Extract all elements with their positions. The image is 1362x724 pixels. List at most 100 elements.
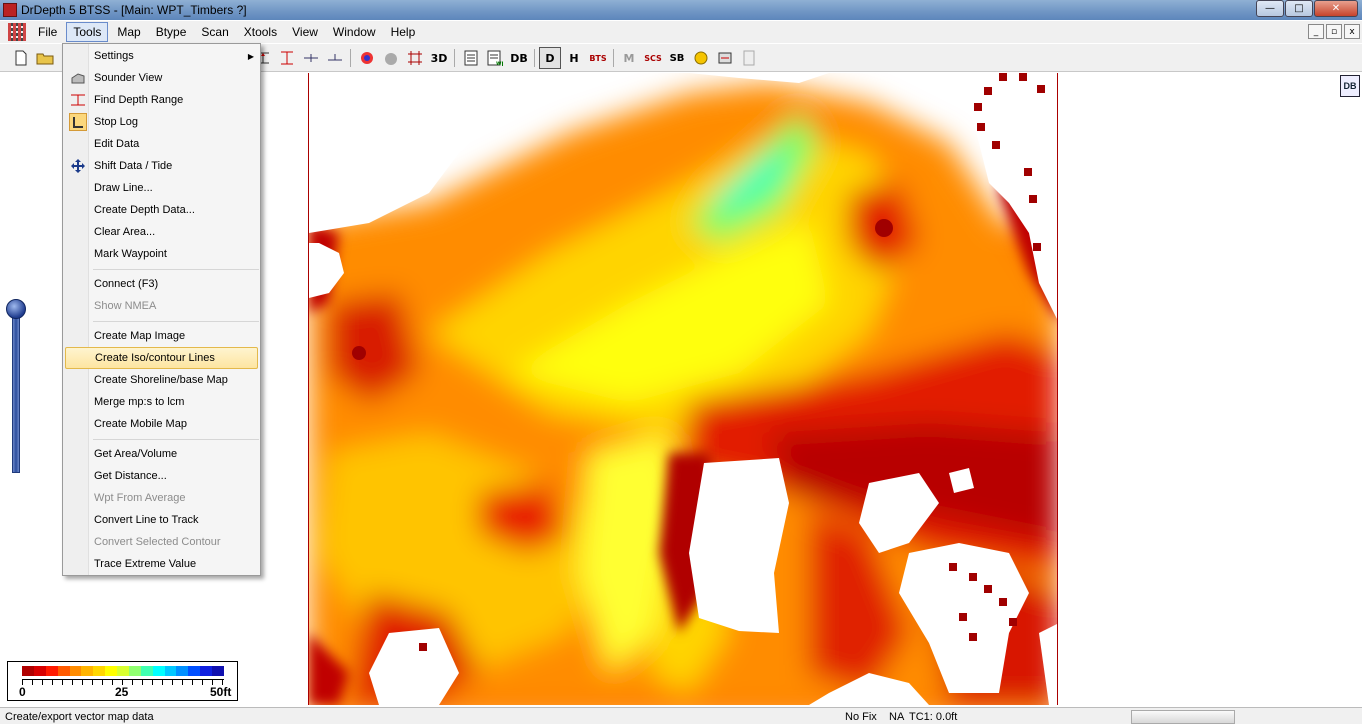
- legend-swatch: [57, 666, 70, 676]
- mdi-restore-button[interactable]: ▫: [1326, 24, 1342, 39]
- gps-fix-status: No Fix: [845, 711, 877, 723]
- menu-help[interactable]: Help: [385, 23, 422, 41]
- m-button[interactable]: M: [618, 47, 640, 69]
- h-mode-button[interactable]: H: [563, 47, 585, 69]
- shade-icon[interactable]: [380, 47, 402, 69]
- menu-item-label: Stop Log: [94, 116, 139, 128]
- document-grid-icon[interactable]: [8, 23, 26, 41]
- menu-item-label: Get Distance...: [94, 470, 167, 482]
- d-mode-button[interactable]: D: [539, 47, 561, 69]
- legend-swatch: [81, 666, 94, 676]
- menu-item-merge-mps[interactable]: Merge mp:s to lcm: [65, 391, 258, 413]
- menu-item-label: Shift Data / Tide: [94, 160, 173, 172]
- menu-item-label: Merge mp:s to lcm: [94, 396, 185, 408]
- menu-item-label: Find Depth Range: [94, 94, 184, 106]
- menu-window[interactable]: Window: [327, 23, 382, 41]
- menu-item-label: Sounder View: [94, 72, 163, 84]
- disabled-tool-icon[interactable]: [738, 47, 760, 69]
- menu-item-sounder-view[interactable]: Sounder View: [65, 67, 258, 89]
- move-arrows-icon: [69, 157, 87, 175]
- menu-item-get-distance[interactable]: Get Distance...: [65, 465, 258, 487]
- menu-item-convert-selected-contour[interactable]: Convert Selected Contour: [65, 531, 258, 553]
- bts-button[interactable]: BTS: [587, 47, 609, 69]
- menu-item-clear-area[interactable]: Clear Area...: [65, 221, 258, 243]
- menu-item-create-iso-contour-lines[interactable]: Create Iso/contour Lines: [65, 347, 258, 369]
- menu-item-mark-waypoint[interactable]: Mark Waypoint: [65, 243, 258, 265]
- menu-tools[interactable]: Tools: [66, 22, 109, 42]
- menu-item-create-mobile-map[interactable]: Create Mobile Map: [65, 413, 258, 435]
- maximize-button[interactable]: □: [1285, 0, 1313, 17]
- three-d-button[interactable]: 3D: [428, 47, 450, 69]
- menu-item-label: Settings: [94, 50, 134, 62]
- scs-button[interactable]: SCS: [642, 47, 664, 69]
- db-tool-button[interactable]: DB: [508, 47, 530, 69]
- menu-item-settings[interactable]: Settings ▶: [65, 45, 258, 67]
- legend-swatch: [176, 666, 189, 676]
- level-up-icon[interactable]: [324, 47, 346, 69]
- close-button[interactable]: ✕: [1314, 0, 1358, 17]
- menu-separator: [93, 269, 259, 270]
- menu-item-show-nmea[interactable]: Show NMEA: [65, 295, 258, 317]
- menu-view[interactable]: View: [286, 23, 324, 41]
- waypoint-list-icon[interactable]: wp: [484, 47, 506, 69]
- legend-swatch: [105, 666, 117, 676]
- mdi-minimize-button[interactable]: _: [1308, 24, 1324, 39]
- drdepth-logo: DB: [1340, 75, 1360, 97]
- menu-item-trace-extreme-value[interactable]: Trace Extreme Value: [65, 553, 258, 575]
- menu-item-label: Create Mobile Map: [94, 418, 187, 430]
- menu-item-edit-data[interactable]: Edit Data: [65, 133, 258, 155]
- menu-item-label: Edit Data: [94, 138, 140, 150]
- new-file-icon[interactable]: [10, 47, 32, 69]
- legend-swatch: [212, 666, 224, 676]
- legend-swatch: [22, 666, 34, 676]
- sb-button[interactable]: SB: [666, 47, 688, 69]
- minimize-button[interactable]: —: [1256, 0, 1284, 17]
- list-icon[interactable]: [460, 47, 482, 69]
- menu-item-create-depth-data[interactable]: Create Depth Data...: [65, 199, 258, 221]
- legend-swatch: [69, 666, 82, 676]
- menu-item-label: Create Depth Data...: [94, 204, 195, 216]
- open-folder-icon[interactable]: [34, 47, 56, 69]
- circle-tool-icon[interactable]: [690, 47, 712, 69]
- menu-item-create-map-image[interactable]: Create Map Image: [65, 325, 258, 347]
- tc1-status: TC1: 0.0ft: [909, 711, 958, 723]
- menu-item-shift-data-tide[interactable]: Shift Data / Tide: [65, 155, 258, 177]
- menu-item-find-depth-range[interactable]: Find Depth Range: [65, 89, 258, 111]
- menu-item-label: Convert Line to Track: [94, 514, 199, 526]
- menu-btype[interactable]: Btype: [150, 23, 193, 41]
- menu-item-wpt-from-average[interactable]: Wpt From Average: [65, 487, 258, 509]
- menu-item-draw-line[interactable]: Draw Line...: [65, 177, 258, 199]
- menu-item-connect[interactable]: Connect (F3): [65, 273, 258, 295]
- menu-item-label: Convert Selected Contour: [94, 536, 221, 548]
- menu-item-stop-log[interactable]: Stop Log: [65, 111, 258, 133]
- menu-scan[interactable]: Scan: [195, 23, 234, 41]
- depth-range-icon[interactable]: [276, 47, 298, 69]
- color-depth-icon[interactable]: [356, 47, 378, 69]
- menu-item-create-shoreline-base-map[interactable]: Create Shoreline/base Map: [65, 369, 258, 391]
- menu-item-convert-line-to-track[interactable]: Convert Line to Track: [65, 509, 258, 531]
- mdi-close-button[interactable]: x: [1344, 24, 1360, 39]
- slider-knob[interactable]: [6, 299, 26, 319]
- status-message: Create/export vector map data: [5, 711, 154, 723]
- depth-range-icon: [69, 91, 87, 109]
- menu-item-get-area-volume[interactable]: Get Area/Volume: [65, 443, 258, 465]
- settings-tool-icon[interactable]: [714, 47, 736, 69]
- sounder-icon: [69, 69, 87, 87]
- legend-swatch: [140, 666, 153, 676]
- menu-map[interactable]: Map: [111, 23, 146, 41]
- menu-xtools[interactable]: Xtools: [238, 23, 283, 41]
- status-progress: [1131, 710, 1235, 724]
- slider-track[interactable]: [12, 313, 20, 473]
- legend-swatch: [164, 666, 177, 676]
- submenu-arrow-icon: ▶: [247, 51, 254, 61]
- menu-file[interactable]: File: [32, 23, 63, 41]
- svg-text:wp: wp: [496, 60, 503, 66]
- na-status: NA: [889, 711, 905, 723]
- legend-max-label: 50ft: [210, 685, 232, 699]
- depth-slider[interactable]: [6, 299, 26, 475]
- level-down-icon[interactable]: [300, 47, 322, 69]
- menu-item-label: Create Iso/contour Lines: [95, 352, 215, 364]
- legend-swatch: [200, 666, 212, 676]
- depth-map[interactable]: [308, 73, 1058, 705]
- grid-icon[interactable]: [404, 47, 426, 69]
